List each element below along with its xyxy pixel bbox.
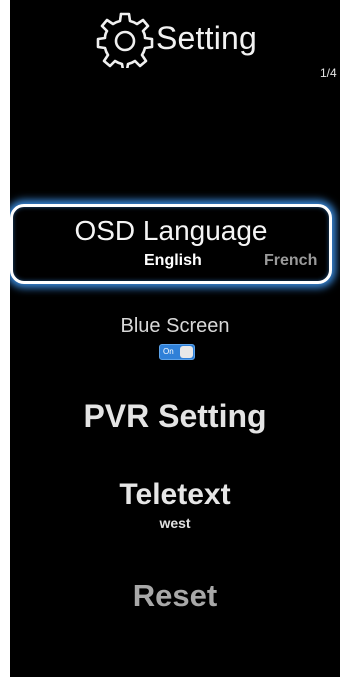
reset-item[interactable]: Reset (10, 578, 340, 614)
osd-language-selected-option[interactable]: English (144, 252, 202, 270)
tv-settings-screen: Setting 1/4 OSD Language English French … (10, 0, 340, 677)
settings-header: Setting (90, 8, 257, 68)
page-title: Setting (156, 19, 258, 56)
gear-icon (96, 12, 154, 68)
teletext-item[interactable]: Teletext (10, 478, 340, 512)
toggle-knob (180, 346, 193, 358)
teletext-value: west (159, 515, 191, 531)
toggle-state-label: On (163, 347, 174, 356)
page-indicator: 1/4 (320, 66, 337, 80)
blue-screen-toggle[interactable]: On (159, 344, 195, 360)
osd-language-item[interactable]: OSD Language English French (10, 204, 332, 284)
osd-language-label: OSD Language (74, 215, 268, 246)
pvr-setting-item[interactable]: PVR Setting (10, 398, 340, 435)
osd-language-next-option[interactable]: French (264, 252, 317, 270)
blue-screen-label: Blue Screen (120, 315, 230, 337)
